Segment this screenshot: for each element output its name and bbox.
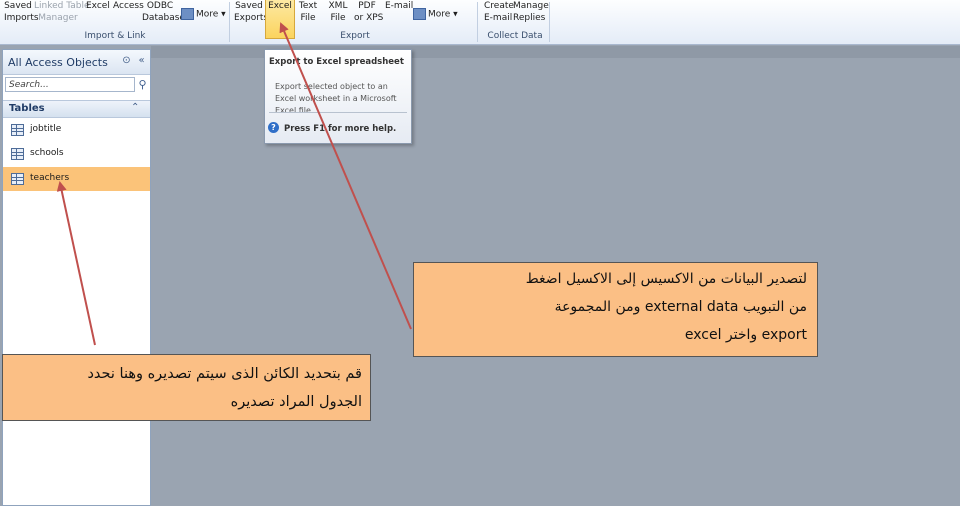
export-more-button[interactable]: More ▾ [413, 8, 458, 20]
pdf-xps-button[interactable]: PDF or XPS [354, 0, 383, 24]
tooltip-divider [269, 112, 407, 113]
callout-line: export واختر excel [684, 327, 807, 343]
saved-exports-button[interactable]: Saved Exports [234, 0, 268, 24]
group-separator [549, 2, 550, 42]
nav-item-schools[interactable]: schools [3, 142, 150, 166]
search-icon[interactable]: ⚲ [136, 77, 149, 92]
email-export-button[interactable]: E-mail [385, 0, 413, 12]
import-more-label: More [196, 9, 219, 20]
group-separator [477, 2, 478, 42]
excel-import-button[interactable]: Excel [86, 0, 110, 12]
import-link-group-label: Import & Link [84, 31, 146, 41]
navigation-pane: All Access Objects ⊙ « Search... ⚲ Table… [2, 49, 151, 506]
manage-replies-button[interactable]: Manage Replies [513, 0, 549, 24]
text-file-button[interactable]: Text File [298, 0, 318, 24]
callout-line: قم بتحديد الكائن الذى سيتم تصديره وهنا ن… [87, 366, 362, 382]
table-icon [11, 124, 24, 136]
nav-pane-header: All Access Objects ⊙ « [3, 50, 150, 75]
more-icon [413, 8, 426, 20]
tooltip-title: Export to Excel spreadsheet [269, 57, 404, 67]
collapse-section-icon[interactable]: ⌃ [131, 102, 139, 113]
excel-export-button[interactable]: Excel [265, 0, 295, 39]
nav-pane-title[interactable]: All Access Objects [8, 56, 108, 69]
odbc-database-button[interactable]: ODBC Database [142, 0, 185, 24]
tables-section-header[interactable]: Tables ⌃ [3, 100, 150, 118]
collect-data-group-label: Collect Data [487, 31, 543, 41]
callout-line: الجدول المراد تصديره [230, 394, 362, 410]
export-more-label: More [428, 9, 451, 20]
ribbon: Saved Imports Linked Table Manager Excel… [0, 0, 960, 45]
access-import-button[interactable]: Access [113, 0, 144, 12]
nav-item-teachers[interactable]: teachers [3, 167, 150, 191]
linked-table-manager-button[interactable]: Linked Table Manager [34, 0, 90, 24]
import-more-button[interactable]: More ▾ [181, 8, 226, 20]
callout-line: من التبويب external data ومن المجموعة [554, 299, 807, 315]
tooltip-help-text: Press F1 for more help. [284, 124, 397, 134]
select-object-callout: قم بتحديد الكائن الذى سيتم تصديره وهنا ن… [2, 354, 371, 421]
export-instruction-callout: لتصدير البيانات من الاكسيس إلى الاكسيل ا… [413, 262, 818, 357]
table-icon [11, 148, 24, 160]
collapse-pane-icon[interactable]: « [136, 55, 147, 66]
table-icon [11, 173, 24, 185]
export-group-label: Export [340, 31, 370, 41]
saved-imports-button[interactable]: Saved Imports [4, 0, 39, 24]
excel-export-tooltip: Export to Excel spreadsheet Export selec… [264, 49, 412, 144]
create-email-button[interactable]: Create E-mail [484, 0, 514, 24]
tables-section-label: Tables [9, 103, 45, 114]
help-icon: ? [268, 122, 279, 133]
nav-search-input[interactable]: Search... [5, 77, 135, 92]
chevron-down-icon[interactable]: ⊙ [121, 55, 132, 66]
callout-line: لتصدير البيانات من الاكسيس إلى الاكسيل ا… [525, 271, 807, 287]
more-icon [181, 8, 194, 20]
nav-item-label: jobtitle [30, 124, 62, 134]
nav-item-jobtitle[interactable]: jobtitle [3, 118, 150, 142]
group-separator [229, 2, 230, 42]
nav-item-label: schools [30, 148, 64, 158]
xml-file-button[interactable]: XML File [327, 0, 349, 24]
nav-item-label: teachers [30, 173, 70, 183]
